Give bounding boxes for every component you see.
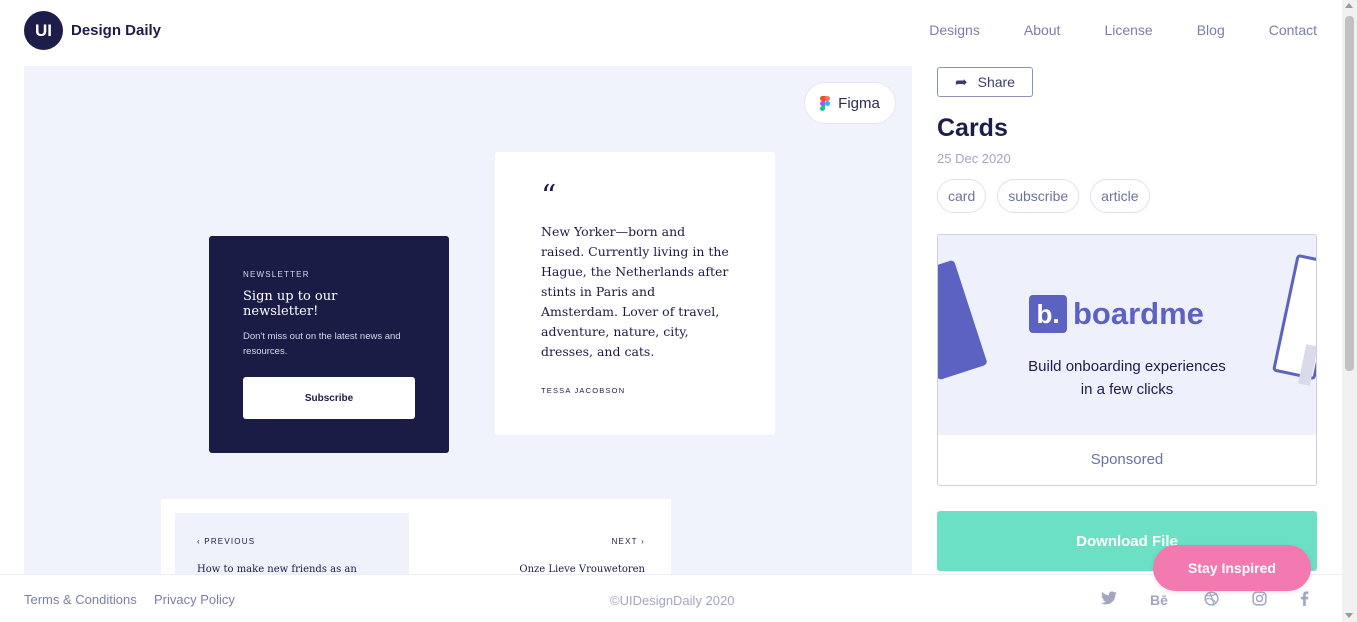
quote-text: New Yorker—born and raised. Currently li… bbox=[541, 224, 729, 359]
design-date: 25 Dec 2020 bbox=[937, 151, 1011, 166]
next-article-link[interactable]: NEXT › Onze Lieve Vrouwetoren bbox=[519, 537, 645, 574]
scroll-down-arrow-icon[interactable] bbox=[1345, 613, 1353, 618]
share-label: Share bbox=[977, 74, 1015, 90]
nav-about[interactable]: About bbox=[1024, 22, 1061, 38]
newsletter-eyebrow: NEWSLETTER bbox=[243, 270, 310, 279]
sponsor-tagline: Build onboarding experiences in a few cl… bbox=[938, 355, 1316, 401]
boardme-logo: b. boardme bbox=[1029, 295, 1204, 333]
tag-subscribe[interactable]: subscribe bbox=[997, 179, 1080, 213]
page-scrollbar[interactable] bbox=[1342, 0, 1357, 622]
nav-license[interactable]: License bbox=[1104, 22, 1152, 38]
sponsor-tagline-line2: in a few clicks bbox=[1080, 381, 1174, 398]
share-button[interactable]: ➦ Share bbox=[937, 67, 1033, 97]
subscribe-button[interactable]: Subscribe bbox=[243, 377, 415, 419]
site-logo[interactable]: UI Design Daily bbox=[24, 11, 161, 50]
logo-text: Design Daily bbox=[71, 22, 162, 39]
quote-mark-icon: “ bbox=[541, 179, 557, 214]
facebook-icon[interactable] bbox=[1295, 591, 1313, 609]
nav-designs[interactable]: Designs bbox=[929, 22, 980, 38]
boardme-wordmark: boardme bbox=[1073, 296, 1204, 331]
design-preview: Figma NEWSLETTER Sign up to our newslett… bbox=[24, 66, 912, 574]
behance-icon[interactable]: Bē bbox=[1150, 591, 1168, 609]
main-nav: Designs About License Blog Contact bbox=[929, 22, 1317, 38]
figma-button[interactable]: Figma bbox=[804, 82, 896, 124]
privacy-link[interactable]: Privacy Policy bbox=[154, 592, 235, 607]
sponsored-ad[interactable]: b. boardme Build onboarding experiences … bbox=[937, 234, 1317, 486]
logo-badge: UI bbox=[24, 11, 63, 50]
nav-contact[interactable]: Contact bbox=[1269, 22, 1317, 38]
copyright-text: ©UIDesignDaily 2020 bbox=[610, 593, 735, 608]
sponsored-label: Sponsored bbox=[1090, 451, 1164, 468]
scroll-up-arrow-icon[interactable] bbox=[1345, 3, 1353, 8]
scrollbar-thumb[interactable] bbox=[1345, 16, 1354, 371]
tag-list: card subscribe article bbox=[937, 179, 1150, 213]
site-footer: Terms & Conditions Privacy Policy ©UIDes… bbox=[0, 574, 1342, 622]
boardme-logo-mark: b. bbox=[1029, 295, 1067, 333]
page: UI Design Daily Designs About License Bl… bbox=[0, 0, 1357, 622]
share-icon: ➦ bbox=[955, 74, 968, 91]
twitter-icon[interactable] bbox=[1100, 591, 1118, 609]
figma-icon bbox=[820, 95, 831, 111]
quote-author: TESSA JACOBSON bbox=[541, 386, 626, 395]
newsletter-description: Don't miss out on the latest news and re… bbox=[243, 331, 401, 357]
next-label-row: NEXT › bbox=[519, 537, 645, 546]
instagram-icon[interactable] bbox=[1250, 591, 1268, 609]
nav-blog[interactable]: Blog bbox=[1197, 22, 1225, 38]
next-title: Onze Lieve Vrouwetoren bbox=[519, 564, 645, 574]
figma-label: Figma bbox=[838, 94, 880, 112]
article-pager: ‹ PREVIOUS How to make new friends as an… bbox=[161, 499, 671, 574]
sponsor-banner: b. boardme Build onboarding experiences … bbox=[938, 235, 1316, 435]
dribbble-icon[interactable] bbox=[1202, 591, 1220, 609]
previous-label-row: ‹ PREVIOUS bbox=[197, 537, 387, 546]
terms-link[interactable]: Terms & Conditions bbox=[24, 592, 137, 607]
next-label: NEXT bbox=[611, 537, 638, 546]
newsletter-card: NEWSLETTER Sign up to our newsletter! Do… bbox=[209, 236, 449, 453]
previous-article-link[interactable]: ‹ PREVIOUS How to make new friends as an bbox=[175, 513, 409, 574]
previous-title: How to make new friends as an bbox=[197, 564, 357, 574]
newsletter-title: Sign up to our newsletter! bbox=[243, 289, 338, 319]
chevron-right-icon: › bbox=[637, 537, 645, 546]
design-title: Cards bbox=[937, 114, 1008, 142]
tag-article[interactable]: article bbox=[1090, 179, 1150, 213]
previous-label: PREVIOUS bbox=[204, 537, 256, 546]
site-header: UI Design Daily Designs About License Bl… bbox=[0, 0, 1342, 66]
tag-card[interactable]: card bbox=[937, 179, 987, 213]
quote-card: “ New Yorker—born and raised. Currently … bbox=[495, 152, 775, 435]
stay-inspired-button[interactable]: Stay Inspired bbox=[1153, 545, 1311, 591]
sponsor-tagline-line1: Build onboarding experiences bbox=[1028, 358, 1226, 375]
